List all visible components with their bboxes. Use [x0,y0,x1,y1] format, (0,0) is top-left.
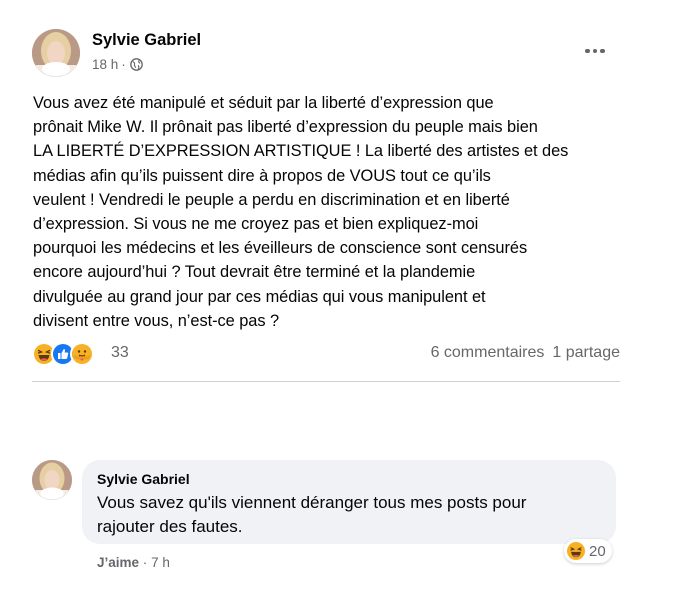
comment: Sylvie Gabriel Vous savez qu'ils viennen… [32,460,622,580]
comment-actions: J’aime · 7 h [97,555,170,570]
author-name[interactable]: Sylvie Gabriel [92,31,201,50]
post-header: Sylvie Gabriel 18 h · [32,25,622,81]
haha-reaction-icon [567,542,585,560]
post-text-line: encore aujourd’hui ? Tout devrait être t… [33,263,476,282]
post-text-line: pourquoi les médecins et les éveilleurs … [33,239,528,258]
post-text-line: prônait Mike W. Il prônait pas liberté d… [33,118,538,137]
comment-reaction-count: 20 [589,542,606,560]
care-reaction-icon [70,342,94,366]
post-text-line: divisent entre vous, n’est-ce pas ? [33,311,280,330]
post-text-line: Vous avez été manipulé et séduit par la … [33,94,494,112]
post-text-line: d’expression. Si vous ne me croyez pas e… [33,215,479,234]
post-text-line: veulent ! Vendredi le peuple a perdu en … [33,190,510,209]
comment-text-line: Vous savez qu'ils viennent déranger tous… [97,493,527,512]
shares-count[interactable]: 1 partage [552,344,620,361]
action-separator: · [142,555,148,570]
reaction-count[interactable]: 33 [111,344,129,362]
reaction-icons[interactable] [32,342,94,366]
avatar-photo [32,29,80,77]
post-text-line: médias afin qu’ils puissent dire à propo… [33,166,491,185]
comment-like-button[interactable]: J’aime [97,555,139,570]
post-body-text: Vous avez été manipulé et séduit par la … [33,91,631,333]
globe-icon[interactable] [129,58,143,71]
comment-reaction-badge[interactable]: 20 [564,539,612,563]
more-options-button[interactable] [577,39,613,63]
post-meta: 18 h · [92,57,143,72]
reactions-stats-bar: 33 6 commentaires 1 partage [32,340,620,368]
post-card: Sylvie Gabriel 18 h · Vous avez été mani… [0,0,673,599]
more-dot [592,48,598,54]
more-dot [600,48,605,54]
comment-author-name[interactable]: Sylvie Gabriel [97,471,604,487]
comment-time[interactable]: 7 h [151,555,170,570]
avatar-photo [32,460,72,500]
divider [32,381,620,382]
post-text-line: LA LIBERTÉ D’EXPRESSION ARTISTIQUE ! La … [33,142,569,161]
post-text-line: divulguée au grand jour par ces médias q… [33,287,486,306]
comments-count[interactable]: 6 commentaires [431,344,545,361]
meta-separator: · [121,57,126,72]
more-dot [585,48,590,54]
comment-text-line: rajouter des fautes. [97,517,243,536]
post-time[interactable]: 18 h [92,57,118,72]
comment-bubble: Sylvie Gabriel Vous savez qu'ils viennen… [82,460,616,544]
engagement-counts: 6 commentaires 1 partage [431,344,620,362]
comment-text: Vous savez qu'ils viennent déranger tous… [97,491,604,539]
comment-author-avatar[interactable] [32,460,72,500]
author-avatar[interactable] [32,29,80,77]
